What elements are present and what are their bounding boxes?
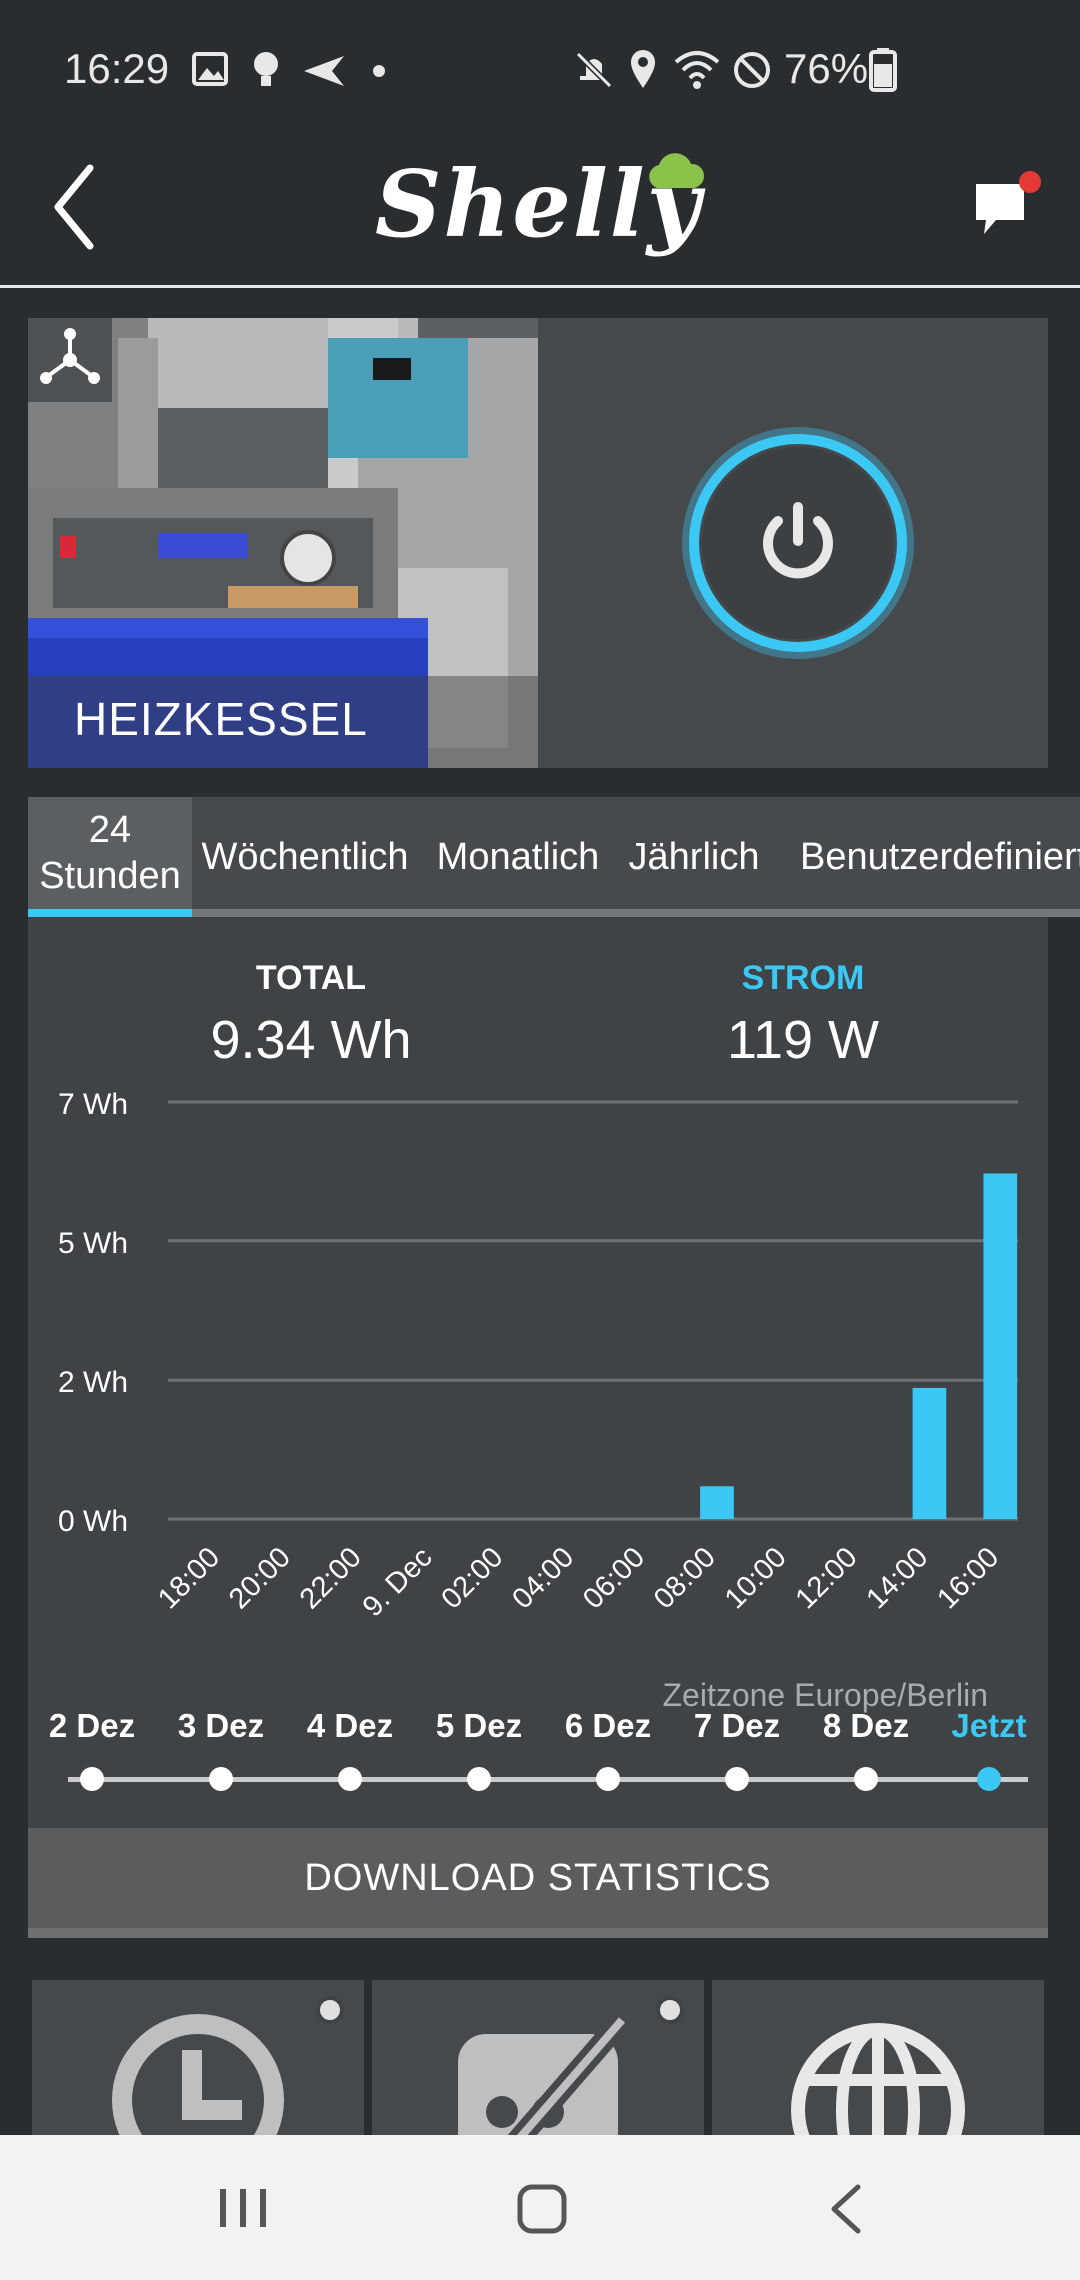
app-header: Shelly [0,140,1080,288]
energy-chart: 0 Wh 2 Wh 5 Wh 7 Wh 18:0020:0022:009. Dec02:… [58,1088,1018,1623]
timeline-day-label[interactable]: 5 Dez [409,1707,549,1745]
send-icon [304,56,344,86]
shelly-logo: Shelly [375,150,705,270]
recent-apps-icon[interactable] [218,2185,268,2231]
x-tick-label: 18:00 [152,1541,226,1615]
back-arrow-icon[interactable] [50,162,100,252]
timeline-day-dot[interactable] [725,1767,749,1791]
x-tick-label: 9. Dec [357,1541,439,1623]
block-icon [734,52,770,88]
home-icon[interactable] [516,2183,568,2235]
x-tick-label: 16:00 [931,1541,1005,1615]
x-tick-label: 12:00 [790,1541,864,1615]
dot-icon [373,65,385,77]
device-type-icon [40,328,100,384]
system-nav-bar [0,2135,1080,2280]
nav-back-icon[interactable] [826,2183,866,2235]
x-tick-label: 08:00 [648,1541,722,1615]
tab-benutzerdefiniert[interactable]: Benutzerdefiniert [800,797,1080,917]
notifications-icon[interactable] [970,162,1042,244]
tab-monatlich[interactable]: Monatlich [432,797,604,917]
chart-bar [912,1387,947,1519]
timeline-day-label[interactable]: 8 Dez [796,1707,936,1745]
statistics-panel: TOTAL 9.34 Wh STROM 119 W 0 Wh 2 Wh 5 Wh 7 … [28,917,1048,1839]
timeline-day-dot[interactable] [977,1767,1001,1791]
tile-status-dot [656,1996,684,2024]
timeline-day-label[interactable]: Jetzt [919,1707,1059,1745]
x-tick-label: 02:00 [435,1541,509,1615]
y-tick-label: 7 Wh [58,1088,128,1121]
chart-bar [983,1173,1018,1519]
device-card[interactable]: HEIZKESSEL [28,318,1048,768]
timeline-day-dot[interactable] [854,1767,878,1791]
wifi-icon [674,51,720,89]
timeline-day-dot[interactable] [596,1767,620,1791]
y-tick-label: 2 Wh [58,1366,128,1399]
timeline-day-label[interactable]: 2 Dez [22,1707,162,1745]
timeline-day-dot[interactable] [467,1767,491,1791]
tab-jaehrlich[interactable]: Jährlich [624,797,764,917]
x-tick-label: 04:00 [506,1541,580,1615]
x-tick-label: 10:00 [719,1541,793,1615]
mute-icon [575,51,613,89]
timeline-day-dot[interactable] [338,1767,362,1791]
device-name: HEIZKESSEL [74,693,368,745]
gallery-icon [192,52,228,86]
device-photo: HEIZKESSEL [28,318,538,768]
tab-24-stunden[interactable]: 24 Stunden [28,797,192,917]
bulb-icon [254,52,278,86]
y-tick-label: 5 Wh [58,1227,128,1260]
timeline-day-label[interactable]: 4 Dez [280,1707,420,1745]
tab-woechentlich[interactable]: Wöchentlich [200,797,410,917]
power-button[interactable] [678,423,918,663]
timeline-day-label[interactable]: 6 Dez [538,1707,678,1745]
status-bar: 16:29 76% [0,0,1080,140]
timeline-day-label[interactable]: 7 Dez [667,1707,807,1745]
cloud-icon [649,153,705,188]
battery-percent: 76% [784,45,869,92]
x-tick-label: 22:00 [294,1541,368,1615]
download-statistics-button[interactable]: DOWNLOAD STATISTICS [28,1828,1048,1938]
y-tick-label: 0 Wh [58,1505,128,1538]
chart-bar [700,1486,734,1519]
device-type-badge [28,318,112,402]
day-timeline: 2 Dez 3 Dez 4 Dez 5 Dez 6 Dez 7 Dez 8 Dez Jetzt [28,1707,1048,1797]
battery-icon [869,48,897,92]
x-tick-label: 20:00 [223,1541,297,1615]
period-tabs: 24 Stunden Wöchentlich Monatlich Jährlic… [28,797,1080,917]
tile-status-dot [316,1996,344,2024]
x-tick-label: 06:00 [577,1541,651,1615]
timeline-day-dot[interactable] [80,1767,104,1791]
timeline-day-dot[interactable] [209,1767,233,1791]
timeline-day-label[interactable]: 3 Dez [151,1707,291,1745]
status-time: 16:29 [64,45,170,92]
location-icon [631,50,655,88]
x-tick-label: 14:00 [860,1541,934,1615]
